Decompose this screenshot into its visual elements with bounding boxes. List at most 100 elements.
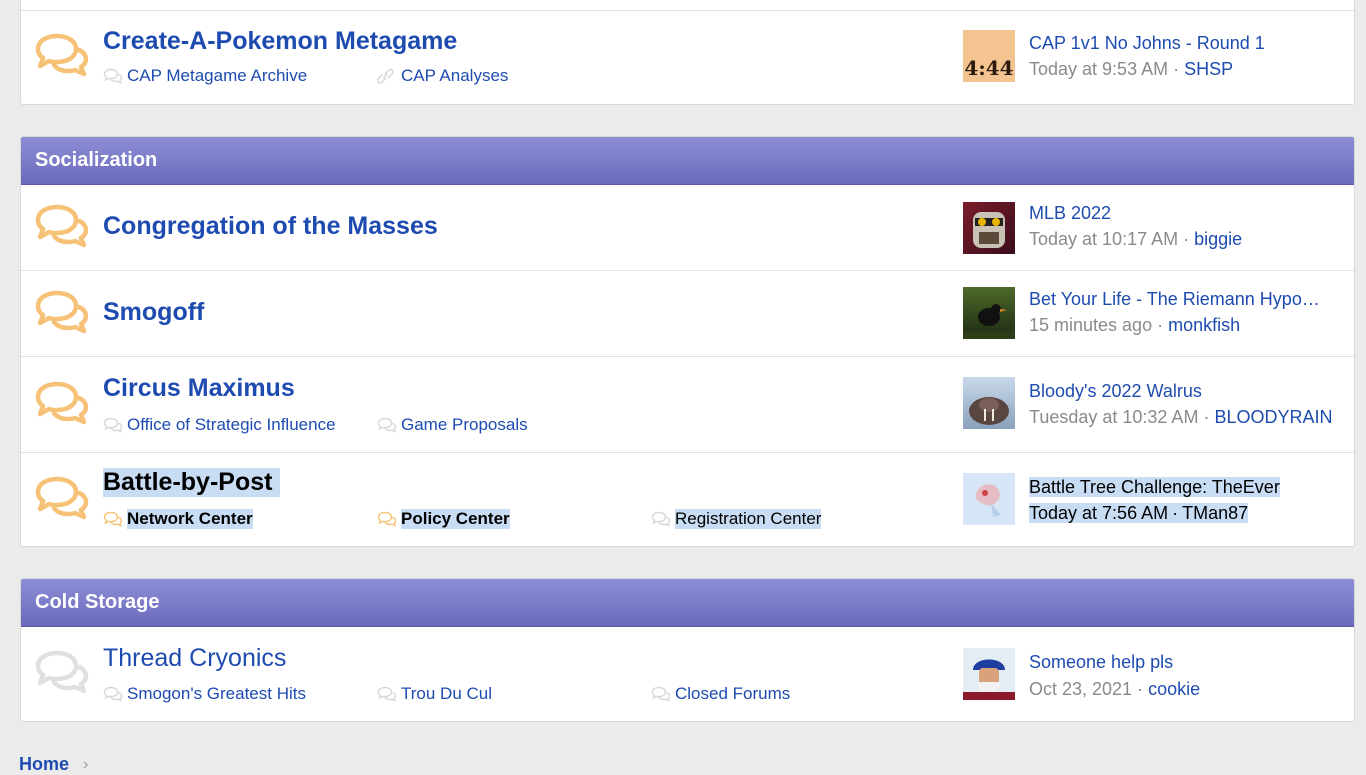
- subforum-link[interactable]: Policy Center: [377, 509, 510, 529]
- forum-title[interactable]: Create-A-Pokemon Metagame: [103, 27, 457, 56]
- latest-time: Today at 7:56 AM: [1029, 503, 1169, 523]
- latest-meta: Oct 23, 2021 · cookie: [1029, 679, 1200, 700]
- subforum-link[interactable]: Closed Forums: [651, 684, 790, 704]
- separator: ·: [1157, 315, 1164, 335]
- forum-bubbles-icon: [35, 290, 89, 334]
- subforum-label: Policy Center: [401, 509, 510, 529]
- cap-block: Create-A-Pokemon Metagame CAP Metagame A…: [20, 0, 1355, 105]
- latest-user-link[interactable]: biggie: [1194, 229, 1242, 249]
- latest-meta: Tuesday at 10:32 AM · BLOODYRAIN: [1029, 407, 1333, 428]
- subforum-link[interactable]: Registration Center: [651, 509, 822, 529]
- category-header[interactable]: Socialization: [21, 137, 1354, 185]
- latest-time: 15 minutes ago: [1029, 315, 1153, 335]
- pokemon-avatar: [975, 484, 1001, 517]
- forum-title[interactable]: Smogoff: [103, 298, 204, 327]
- latest-user-link[interactable]: BLOODYRAIN: [1214, 407, 1332, 427]
- avatar-text: 4:44: [964, 56, 1014, 80]
- latest-meta: 15 minutes ago · monkfish: [1029, 315, 1240, 336]
- subforum-bubbles-icon: [377, 417, 397, 433]
- subforum-label: Network Center: [127, 509, 253, 529]
- subforum-bubbles-icon: [651, 511, 671, 527]
- separator: ·: [1183, 229, 1190, 249]
- subforum-bubbles-icon: [103, 511, 123, 527]
- latest-meta: Today at 10:17 AM · biggie: [1029, 229, 1242, 250]
- separator: ·: [1168, 503, 1183, 523]
- subforum-link[interactable]: CAP Metagame Archive: [103, 66, 307, 86]
- latest-time: Today at 10:17 AM: [1029, 229, 1179, 249]
- forum-bubbles-icon: [35, 381, 89, 425]
- subforum-list: Smogon's Greatest Hits Trou Du Cul Close…: [103, 684, 943, 704]
- forum-node: Battle-by-Post Network Center Policy Cen…: [21, 453, 1354, 546]
- avatar[interactable]: [963, 287, 1015, 339]
- latest-time: Tuesday at 10:32 AM: [1029, 407, 1199, 427]
- category-header[interactable]: Cold Storage: [21, 579, 1354, 627]
- latest-time: Oct 23, 2021: [1029, 679, 1133, 699]
- subforum-bubbles-icon: [103, 68, 123, 84]
- subforum-label: Office of Strategic Influence: [127, 415, 336, 434]
- breadcrumb-home-link[interactable]: Home: [19, 754, 69, 775]
- forum-node: Thread Cryonics Smogon's Greatest Hits T…: [21, 627, 1354, 721]
- subforum-list: Network Center Policy Center Registratio…: [103, 509, 943, 529]
- forum-title[interactable]: Congregation of the Masses: [103, 212, 438, 241]
- subforum-list: CAP Metagame Archive CAP Analyses: [103, 66, 943, 86]
- latest-thread-link[interactable]: Bloody's 2022 Walrus: [1029, 381, 1202, 402]
- subforum-label: Smogon's Greatest Hits: [127, 684, 306, 703]
- avatar[interactable]: [963, 473, 1015, 525]
- separator: ·: [1203, 407, 1210, 427]
- subforum-label: Game Proposals: [401, 415, 528, 434]
- avatar[interactable]: [963, 202, 1015, 254]
- forum-bubbles-icon: [35, 33, 89, 77]
- latest-user-link[interactable]: cookie: [1148, 679, 1200, 699]
- subforum-bubbles-icon: [377, 686, 397, 702]
- latest-user-link[interactable]: monkfish: [1168, 315, 1240, 335]
- subforum-bubbles-icon: [377, 511, 397, 527]
- latest-thread-link[interactable]: Battle Tree Challenge: TheEver: [1029, 477, 1280, 498]
- forum-bubbles-icon: [35, 476, 89, 520]
- latest-thread-link[interactable]: Someone help pls: [1029, 652, 1173, 673]
- subforum-label: Trou Du Cul: [401, 684, 493, 703]
- latest-time: Today at 9:53 AM: [1029, 59, 1169, 79]
- bird-avatar: [963, 304, 1015, 339]
- subforum-link[interactable]: Smogon's Greatest Hits: [103, 684, 306, 704]
- avatar[interactable]: [963, 648, 1015, 700]
- avatar[interactable]: [963, 377, 1015, 429]
- link-icon: [377, 68, 397, 84]
- category-cold-storage: Cold Storage Thread Cryonics Smogon's Gr…: [20, 578, 1355, 722]
- latest-user-link[interactable]: TMan87: [1182, 503, 1249, 523]
- subforum-link[interactable]: CAP Analyses: [377, 66, 508, 86]
- breadcrumb: Home ›: [19, 754, 88, 775]
- forum-title[interactable]: Battle-by-Post: [103, 468, 281, 497]
- forum-title[interactable]: Thread Cryonics: [103, 644, 286, 673]
- latest-thread-link[interactable]: MLB 2022: [1029, 203, 1111, 224]
- forum-node: Circus Maximus Office of Strategic Influ…: [21, 357, 1354, 453]
- forum-node-cap: Create-A-Pokemon Metagame CAP Metagame A…: [21, 10, 1354, 104]
- walrus-avatar: [969, 397, 1009, 425]
- forum-node: Smogoff Bet Your Life - The Riemann Hypo…: [21, 271, 1354, 357]
- latest-meta: Today at 7:56 AM · TMan87: [1029, 503, 1249, 524]
- subforum-bubbles-icon: [103, 417, 123, 433]
- subforum-link[interactable]: Trou Du Cul: [377, 684, 492, 704]
- avatar[interactable]: 4:44: [963, 30, 1015, 82]
- latest-thread-link[interactable]: Bet Your Life - The Riemann Hypo…: [1029, 289, 1320, 310]
- subforum-label: CAP Analyses: [401, 66, 509, 85]
- subforum-link[interactable]: Office of Strategic Influence: [103, 415, 336, 435]
- latest-thread-link[interactable]: CAP 1v1 No Johns - Round 1: [1029, 33, 1265, 54]
- latest-thread-title: Battle Tree Challenge: TheEver: [1029, 477, 1280, 497]
- latest-user-link[interactable]: SHSP: [1184, 59, 1233, 79]
- subforum-label: Closed Forums: [675, 684, 791, 703]
- subforum-link[interactable]: Network Center: [103, 509, 253, 529]
- subforum-label: CAP Metagame Archive: [127, 66, 308, 85]
- chevron-right-icon: ›: [83, 755, 89, 773]
- turbaned-man-avatar: [963, 659, 1015, 700]
- subforum-bubbles-icon: [651, 686, 671, 702]
- forum-bubbles-icon: [35, 204, 89, 248]
- subforum-link[interactable]: Game Proposals: [377, 415, 528, 435]
- forum-bubbles-icon: [35, 650, 89, 694]
- subforum-bubbles-icon: [103, 686, 123, 702]
- latest-meta: Today at 9:53 AM · SHSP: [1029, 59, 1233, 80]
- separator: ·: [1173, 59, 1180, 79]
- subforum-list: Office of Strategic Influence Game Propo…: [103, 415, 943, 435]
- category-socialization: Socialization Congregation of the Masses…: [20, 136, 1355, 547]
- masked-face-avatar: [973, 212, 1005, 248]
- forum-title[interactable]: Circus Maximus: [103, 374, 295, 403]
